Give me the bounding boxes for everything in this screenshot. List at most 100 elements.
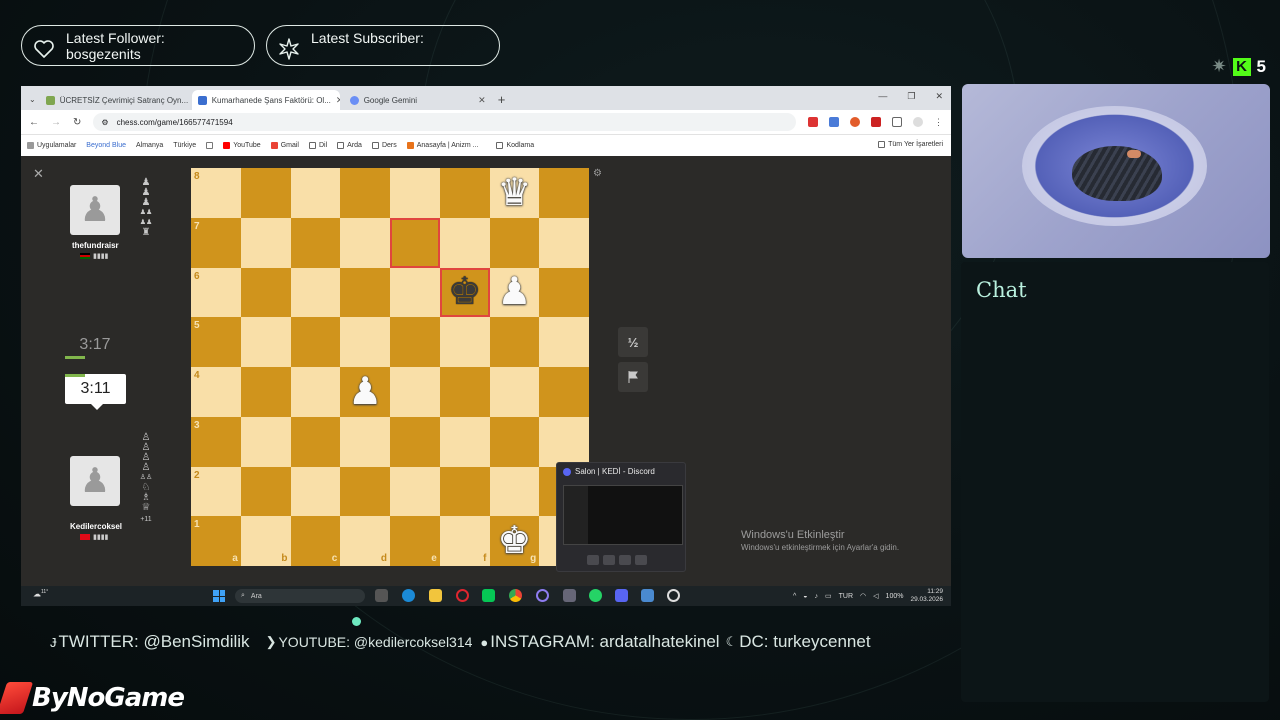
square-d7[interactable] (340, 217, 390, 268)
mic-icon[interactable] (603, 555, 615, 565)
resign-button[interactable] (618, 362, 648, 392)
taskbar-search[interactable]: ⌕ Ara (235, 589, 365, 603)
square-f3[interactable] (439, 416, 490, 467)
square-b4[interactable] (240, 367, 291, 417)
puzzle-icon[interactable] (892, 116, 902, 127)
disconnect-icon[interactable] (635, 555, 647, 565)
square-f6[interactable]: ♚ (439, 267, 490, 318)
white-piece-d4[interactable]: ♟ (340, 367, 390, 417)
bookmark-turkiye[interactable]: Türkiye (173, 142, 196, 149)
square-g3[interactable] (489, 416, 540, 467)
square-d3[interactable] (340, 416, 390, 467)
bookmark-gmail[interactable]: Gmail (270, 142, 299, 149)
bookmark-beyond-blue[interactable]: Beyond Blue (86, 142, 126, 149)
square-f5[interactable] (439, 317, 490, 367)
board-settings-icon[interactable]: ⚙ (593, 168, 602, 179)
white-piece-g1[interactable]: ♚ (490, 516, 540, 566)
bookmark-arda[interactable]: Arda (337, 142, 362, 149)
square-h8[interactable] (539, 168, 589, 218)
pen-icon[interactable] (563, 589, 576, 602)
task-view-icon[interactable] (375, 589, 388, 602)
close-panel-icon[interactable]: ✕ (33, 166, 44, 182)
white-piece-g6[interactable]: ♟ (490, 268, 540, 318)
opera-icon[interactable] (456, 589, 469, 602)
square-c3[interactable] (290, 416, 341, 467)
url-field[interactable]: ⚙ chess.com/game/166577471594 (93, 113, 796, 131)
start-button[interactable] (213, 590, 225, 602)
square-g2[interactable] (489, 466, 540, 517)
chrome-icon[interactable] (509, 589, 522, 602)
square-a6[interactable]: 6 (191, 267, 241, 318)
square-h6[interactable] (539, 267, 589, 318)
square-a4[interactable]: 4 (191, 367, 241, 417)
bookmark-youtube[interactable]: YouTube (223, 142, 261, 149)
square-a7[interactable]: 7 (191, 217, 241, 268)
square-b8[interactable] (240, 168, 291, 218)
bookmark-kodlama[interactable]: Kodlama (496, 142, 534, 149)
extension-icon[interactable] (871, 116, 881, 127)
white-piece-g8[interactable]: ♛ (490, 168, 540, 218)
square-e4[interactable] (390, 367, 440, 417)
taskbar-clock[interactable]: 11:29 29.03.2026 (910, 588, 943, 604)
close-window-icon[interactable]: ✕ (935, 91, 943, 102)
minimize-icon[interactable]: — (878, 91, 887, 102)
bookmark-almanya[interactable]: Almanya (136, 142, 163, 149)
square-b7[interactable] (240, 217, 291, 268)
back-icon[interactable]: ← (29, 117, 39, 128)
square-f2[interactable] (439, 466, 490, 517)
square-g1[interactable]: g ♚ (489, 516, 540, 566)
square-c6[interactable] (290, 267, 341, 318)
language-indicator[interactable]: TUR (839, 593, 853, 600)
square-b1[interactable]: b (240, 516, 291, 566)
square-f1[interactable]: f (439, 516, 490, 566)
square-e7[interactable] (390, 217, 440, 268)
square-a5[interactable]: 5 (191, 317, 241, 367)
site-info-icon[interactable]: ⚙ (101, 118, 108, 127)
close-tab-icon[interactable]: ✕ (336, 95, 340, 106)
forward-icon[interactable]: → (51, 117, 61, 128)
bookmark-dil[interactable]: Dil (308, 142, 327, 149)
square-g8[interactable]: ♛ (489, 168, 540, 218)
file-explorer-icon[interactable] (429, 589, 442, 602)
square-g4[interactable] (489, 367, 540, 417)
volume-icon[interactable]: ◁ (873, 592, 878, 600)
keyboard-icon[interactable]: ▭ (825, 592, 832, 600)
battery-indicator[interactable]: 100% (886, 593, 904, 600)
square-g5[interactable] (489, 317, 540, 367)
browser-tab-gemini[interactable]: Google Gemini ✕ (344, 90, 492, 110)
obs-icon[interactable] (667, 589, 680, 602)
bookmark-apps[interactable]: Uygulamalar (27, 142, 76, 149)
close-tab-icon[interactable]: ✕ (478, 95, 486, 106)
bookmark-ders[interactable]: Ders (371, 142, 397, 149)
more-menu-icon[interactable]: ⋮ (934, 117, 943, 128)
square-a1[interactable]: 1a (191, 516, 241, 566)
chess-board[interactable]: 8♛76♚♟54♟321abcdefg♚h (191, 168, 589, 566)
app-icon[interactable] (536, 589, 549, 602)
browser-tab-kumarhane[interactable]: Kumarhanede Şans Faktörü: Ol... ✕ (191, 90, 340, 110)
square-b5[interactable] (240, 317, 291, 367)
square-b6[interactable] (240, 267, 291, 318)
square-b2[interactable] (240, 466, 291, 517)
square-f7[interactable] (439, 217, 490, 268)
discord-taskbar-icon[interactable] (615, 589, 628, 602)
new-tab-button[interactable]: + (498, 90, 506, 110)
square-d8[interactable] (340, 168, 390, 218)
extension-icon[interactable] (850, 116, 860, 127)
square-e6[interactable] (390, 267, 440, 318)
square-d6[interactable] (340, 267, 390, 318)
square-h4[interactable] (539, 367, 589, 417)
square-d1[interactable]: d (340, 516, 390, 566)
tab-search-icon[interactable]: ⌄ (29, 95, 36, 104)
edge-icon[interactable] (402, 589, 415, 602)
bookmark-anizm[interactable]: Anasayfa | Anizm ... (406, 142, 478, 149)
square-c2[interactable] (290, 466, 341, 517)
square-d5[interactable] (340, 317, 390, 367)
square-f8[interactable] (439, 168, 490, 218)
square-h5[interactable] (539, 317, 589, 367)
square-h3[interactable] (539, 416, 589, 467)
wifi-icon[interactable]: ◠ (860, 592, 866, 600)
whatsapp-icon[interactable] (589, 589, 602, 602)
profile-avatar[interactable] (913, 116, 923, 127)
square-g6[interactable]: ♟ (489, 267, 540, 318)
square-b3[interactable] (240, 416, 291, 467)
